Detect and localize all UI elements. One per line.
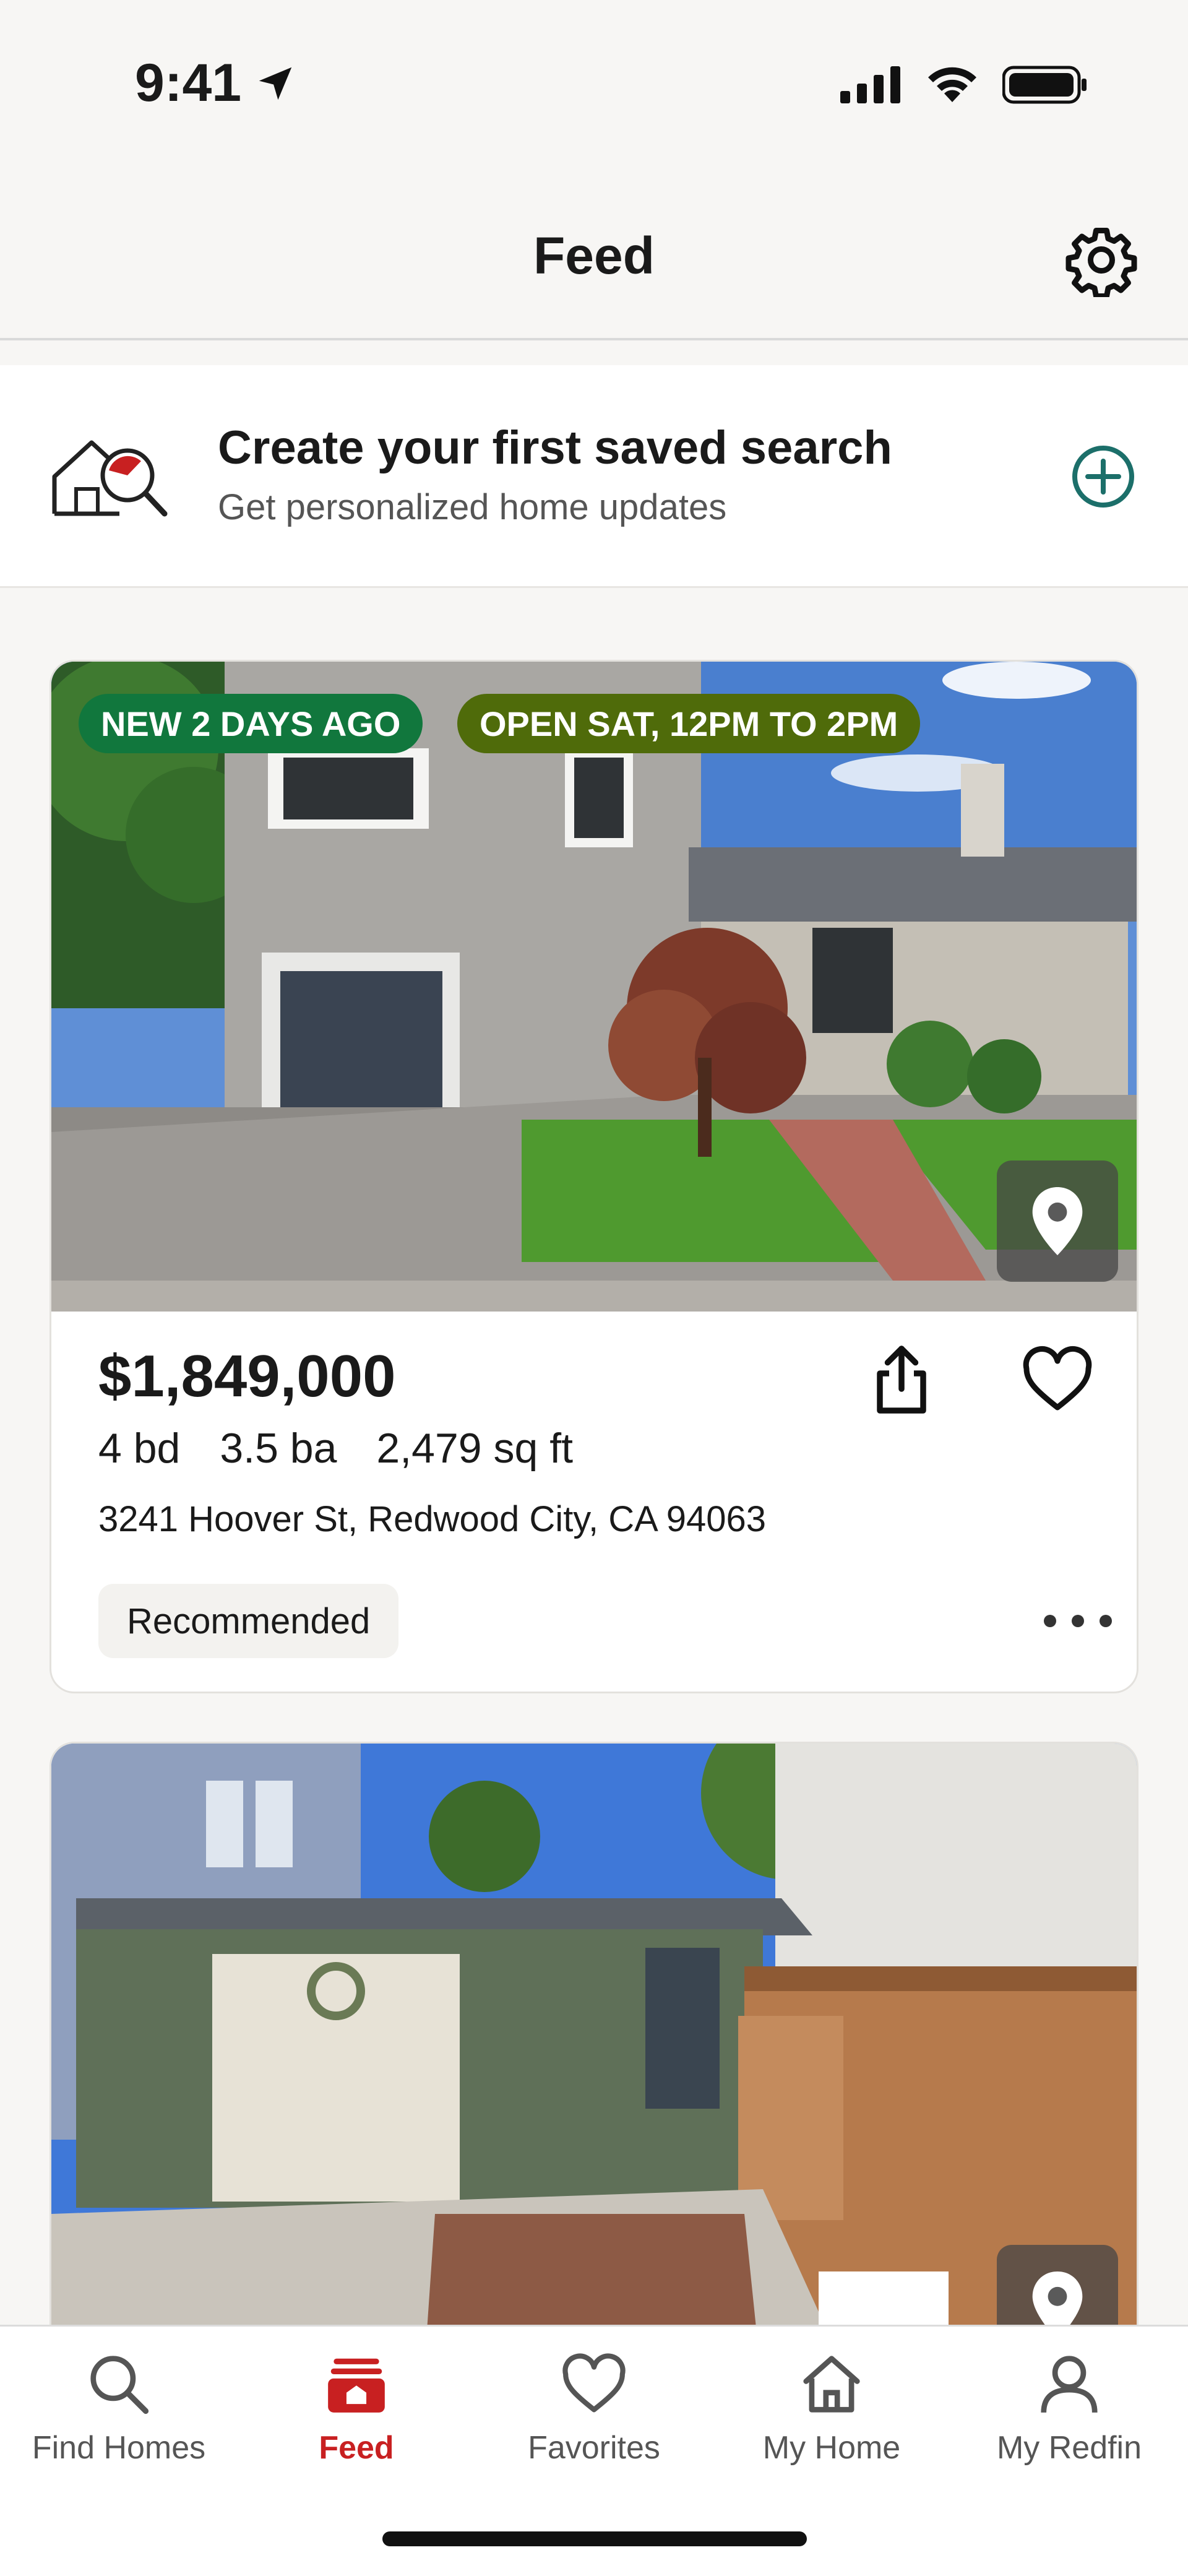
wifi-icon (928, 67, 976, 102)
house-photo-illustration (51, 1744, 1137, 2393)
listing-specs: 4 bd 3.5 ba 2,479 sq ft (98, 1424, 573, 1472)
nav-label: My Home (762, 2430, 901, 2466)
dot (1044, 1615, 1056, 1627)
favorite-button[interactable] (1020, 1342, 1095, 1417)
nav-feed[interactable]: Feed (238, 2350, 475, 2466)
listing-card[interactable]: NEW 2 DAYS AGO OPEN SAT, 12PM TO 2PM $1,… (50, 660, 1138, 1693)
page-title: Feed (533, 227, 655, 285)
saved-search-title: Create your first saved search (218, 421, 892, 474)
status-bar: 9:41 (0, 0, 1188, 142)
header: Feed (0, 142, 1188, 340)
dot (1100, 1615, 1112, 1627)
house-search-icon (52, 440, 168, 517)
listing-price: $1,849,000 (98, 1343, 396, 1409)
open-house-badge: OPEN SAT, 12PM TO 2PM (457, 694, 921, 753)
heart-icon (562, 2353, 626, 2413)
settings-button[interactable] (1064, 223, 1138, 299)
listing-sqft: 2,479 sq ft (376, 1425, 573, 1472)
listing-photo[interactable] (51, 1744, 1137, 2393)
listing-beds: 4 bd (98, 1425, 181, 1472)
map-pin-icon (1032, 1187, 1083, 1255)
listing-address: 3241 Hoover St, Redwood City, CA 94063 (98, 1499, 767, 1539)
add-saved-search-button[interactable] (1069, 443, 1137, 511)
nav-label: Favorites (528, 2430, 660, 2466)
more-options-button[interactable] (1044, 1602, 1112, 1640)
house-photo-illustration (51, 662, 1137, 1312)
listing-baths: 3.5 ba (220, 1425, 337, 1472)
nav-favorites[interactable]: Favorites (475, 2350, 713, 2466)
recommended-tag: Recommended (98, 1584, 399, 1658)
new-listing-badge: NEW 2 DAYS AGO (79, 694, 423, 753)
map-pin-button[interactable] (997, 1160, 1118, 1282)
share-button[interactable] (864, 1342, 939, 1417)
home-icon (803, 2356, 860, 2413)
search-icon (90, 2356, 149, 2414)
nav-my-home[interactable]: My Home (713, 2350, 950, 2466)
listing-photo[interactable]: NEW 2 DAYS AGO OPEN SAT, 12PM TO 2PM (51, 662, 1137, 1312)
saved-search-prompt[interactable]: Create your first saved search Get perso… (0, 365, 1188, 588)
nav-find-homes[interactable]: Find Homes (0, 2350, 238, 2466)
plus-circle-icon (1072, 446, 1134, 508)
nav-label: Find Homes (32, 2430, 206, 2466)
cellular-signal-icon (840, 66, 900, 103)
listing-provider-logo (819, 2271, 949, 2333)
person-icon (1041, 2356, 1098, 2413)
location-arrow-icon (259, 67, 292, 100)
battery-icon (1002, 66, 1087, 104)
share-icon (877, 1346, 926, 1414)
nav-label: My Redfin (996, 2430, 1142, 2466)
nav-my-redfin[interactable]: My Redfin (950, 2350, 1188, 2466)
saved-search-subtitle: Get personalized home updates (218, 487, 727, 527)
nav-label: Feed (319, 2430, 394, 2466)
heart-icon (1023, 1346, 1092, 1411)
dot (1072, 1615, 1084, 1627)
status-icons (840, 65, 1089, 105)
feed-icon (328, 2358, 385, 2413)
status-time: 9:41 (135, 53, 242, 113)
home-indicator[interactable] (382, 2531, 807, 2546)
gear-icon (1065, 228, 1137, 299)
